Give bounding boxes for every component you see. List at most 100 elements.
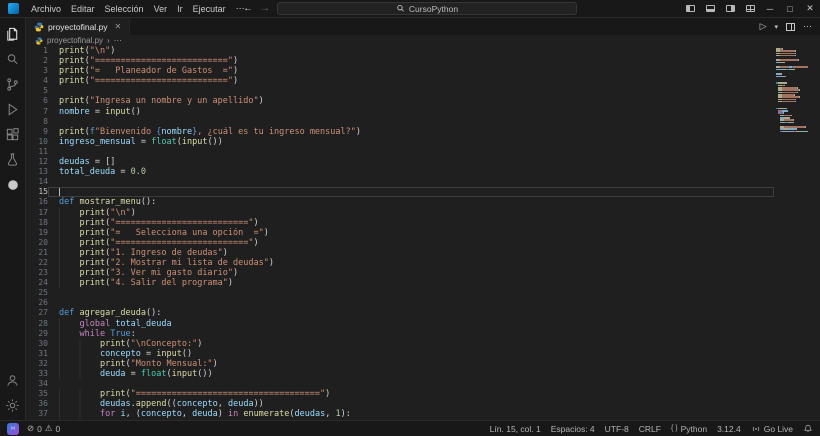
code-line[interactable]: 33 deuda = float(input()) [26,369,820,379]
line-number[interactable]: 28 [26,319,48,329]
code-line[interactable]: 18 print("==========================") [26,218,820,228]
code-line[interactable]: 7nombre = input() [26,107,820,117]
line-number[interactable]: 31 [26,349,48,359]
code-line[interactable]: 6print("Ingresa un nombre y un apellido"… [26,96,820,106]
code-line[interactable]: 3print("= Planeador de Gastos =") [26,66,820,76]
code-line[interactable]: 25 [26,288,820,298]
code-line[interactable]: 22 print("2. Mostrar mi lista de deudas"… [26,258,820,268]
line-number[interactable]: 7 [26,107,48,117]
code-line[interactable]: 11 [26,147,820,157]
line-number[interactable]: 12 [26,157,48,167]
run-debug-icon[interactable] [0,97,26,122]
line-number[interactable]: 32 [26,359,48,369]
line-number[interactable]: 10 [26,137,48,147]
eol-status[interactable]: CRLF [639,424,661,434]
code-line[interactable]: 29 while True: [26,329,820,339]
line-number[interactable]: 36 [26,399,48,409]
line-number[interactable]: 18 [26,218,48,228]
code-line[interactable]: 17 print("\n") [26,208,820,218]
line-number[interactable]: 8 [26,117,48,127]
extensions-icon[interactable] [0,122,26,147]
line-number[interactable]: 33 [26,369,48,379]
line-number[interactable]: 2 [26,56,48,66]
settings-gear-icon[interactable] [0,393,26,418]
nav-back-icon[interactable]: ← [243,3,253,14]
line-number[interactable]: 27 [26,308,48,318]
code-line[interactable]: 30 print("\nConcepto:") [26,339,820,349]
line-number[interactable]: 9 [26,127,48,137]
code-line[interactable]: 15 [26,187,820,197]
nav-forward-icon[interactable]: → [260,3,270,14]
line-number[interactable]: 19 [26,228,48,238]
line-number[interactable]: 21 [26,248,48,258]
code-line[interactable]: 28 global total_deuda [26,319,820,329]
line-number[interactable]: 13 [26,167,48,177]
remote-indicator-icon[interactable]: ›‹ [7,423,19,435]
close-button[interactable]: ✕ [800,0,820,17]
line-number[interactable]: 11 [26,147,48,157]
breadcrumb-file[interactable]: proyectofinal.py [47,36,103,45]
code-line[interactable]: 16def mostrar_menu(): [26,197,820,207]
code-line[interactable]: 36 deudas.append((concepto, deuda)) [26,399,820,409]
editor-more-icon[interactable]: ⋯ [803,21,812,32]
line-number[interactable]: 26 [26,298,48,308]
line-number[interactable]: 30 [26,339,48,349]
customize-layout-icon[interactable] [740,0,760,17]
command-center-search[interactable]: CursoPython [277,2,577,15]
toggle-sidebar-icon[interactable] [680,0,700,17]
profile-avatar[interactable] [0,172,26,197]
code-line[interactable]: 9print(f"Bienvenido {nombre}, ¿cuál es t… [26,127,820,137]
go-live-button[interactable]: Go Live [751,424,793,434]
language-mode[interactable]: { } Python [671,424,707,434]
line-number[interactable]: 35 [26,389,48,399]
cursor-position[interactable]: Lín. 15, col. 1 [490,424,541,434]
line-number[interactable]: 5 [26,86,48,96]
minimap[interactable] [776,48,808,133]
code-line[interactable]: 14 [26,177,820,187]
tab-proyectofinal[interactable]: proyectofinal.py ✕ [26,18,130,35]
line-number[interactable]: 34 [26,379,48,389]
notifications-bell-icon[interactable] [803,424,813,434]
code-line[interactable]: 8 [26,117,820,127]
line-number[interactable]: 25 [26,288,48,298]
code-line[interactable]: 35 print("==============================… [26,389,820,399]
code-line[interactable]: 34 [26,379,820,389]
code-line[interactable]: 10ingreso_mensual = float(input()) [26,137,820,147]
code-line[interactable]: 32 print("Monto Mensual:") [26,359,820,369]
line-number[interactable]: 1 [26,46,48,56]
encoding-status[interactable]: UTF-8 [605,424,629,434]
toggle-panel-icon[interactable] [700,0,720,17]
line-number[interactable]: 37 [26,409,48,419]
source-control-icon[interactable] [0,72,26,97]
code-line[interactable]: 21 print("1. Ingreso de deudas") [26,248,820,258]
testing-icon[interactable] [0,147,26,172]
minimize-button[interactable]: ─ [760,0,780,17]
line-number[interactable]: 20 [26,238,48,248]
code-editor[interactable]: 1print("\n")2print("====================… [26,46,820,420]
line-number[interactable]: 4 [26,76,48,86]
code-line[interactable]: 20 print("==========================") [26,238,820,248]
code-line[interactable]: 23 print("3. Ver mi gasto diario") [26,268,820,278]
run-dropdown-icon[interactable]: ▾ [774,23,778,31]
line-number[interactable]: 23 [26,268,48,278]
code-line[interactable]: 24 print("4. Salir del programa") [26,278,820,288]
line-number[interactable]: 17 [26,208,48,218]
line-number[interactable]: 3 [26,66,48,76]
split-editor-icon[interactable] [786,23,795,31]
toggle-secondary-sidebar-icon[interactable] [720,0,740,17]
code-line[interactable]: 26 [26,298,820,308]
code-line[interactable]: 31 concepto = input() [26,349,820,359]
maximize-button[interactable]: □ [780,0,800,17]
code-line[interactable]: 5 [26,86,820,96]
run-button[interactable]: ▷ [760,21,767,32]
code-line[interactable]: 27def agregar_deuda(): [26,308,820,318]
problems-status[interactable]: ⊘ 0 ⚠ 0 [27,423,60,434]
search-sidebar-icon[interactable] [0,47,26,72]
line-number[interactable]: 22 [26,258,48,268]
line-number[interactable]: 16 [26,197,48,207]
code-line[interactable]: 4print("==========================") [26,76,820,86]
code-line[interactable]: 2print("==========================") [26,56,820,66]
code-line[interactable]: 1print("\n") [26,46,820,56]
line-number[interactable]: 14 [26,177,48,187]
line-number[interactable]: 15 [26,187,48,197]
